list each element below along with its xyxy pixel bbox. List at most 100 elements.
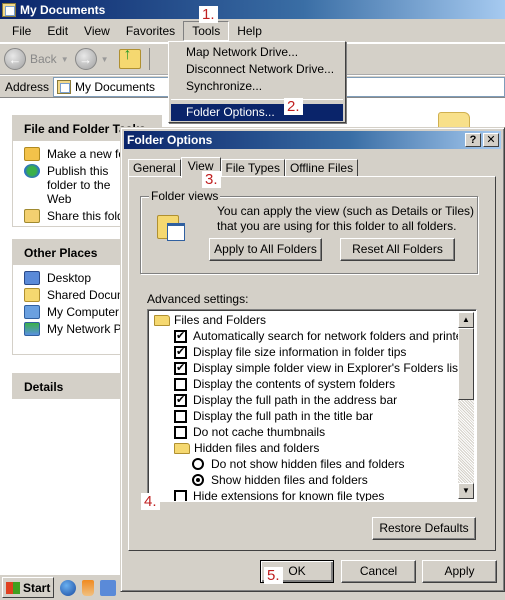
annotation-step-4: 4. [141, 493, 160, 510]
setting-label: Files and Folders [174, 313, 267, 327]
menu-item-map-network-drive[interactable]: Map Network Drive... [169, 44, 345, 61]
setting-no-cache-thumbnails[interactable]: Do not cache thumbnails [150, 424, 458, 440]
start-label: Start [23, 580, 51, 595]
show-desktop-icon[interactable] [100, 579, 116, 596]
back-dropdown-icon[interactable]: ▼ [61, 55, 69, 64]
menu-edit[interactable]: Edit [39, 22, 76, 40]
task-publish-folder[interactable]: Publish this folder to the Web [24, 164, 134, 206]
setting-file-size-tips[interactable]: Display file size information in folder … [150, 344, 458, 360]
menu-item-disconnect-network-drive[interactable]: Disconnect Network Drive... [169, 61, 345, 78]
menu-tools[interactable]: Tools [183, 20, 230, 41]
start-button[interactable]: Start [2, 577, 54, 598]
scroll-up-arrow-icon[interactable]: ▲ [458, 312, 474, 328]
restore-defaults-button[interactable]: Restore Defaults [372, 517, 476, 540]
windows-logo-icon [6, 581, 20, 594]
advanced-settings-items: Files and Folders Automatically search f… [150, 312, 472, 502]
advanced-settings-list[interactable]: Files and Folders Automatically search f… [147, 309, 477, 502]
checkbox-unchecked[interactable] [174, 489, 187, 501]
forward-dropdown-icon[interactable]: ▼ [101, 55, 109, 64]
menu-view[interactable]: View [76, 22, 118, 40]
menu-help[interactable]: Help [229, 22, 270, 40]
toolbar-separator [148, 48, 150, 70]
menu-file[interactable]: File [4, 22, 39, 40]
vertical-scrollbar[interactable]: ▲ ▼ [458, 312, 474, 499]
setting-label: Do not show hidden files and folders [211, 457, 405, 471]
up-folder-icon[interactable] [118, 46, 141, 69]
help-button[interactable]: ? [465, 133, 481, 147]
setting-label: Automatically search for network folders… [193, 329, 473, 343]
menu-separator [171, 99, 343, 100]
apply-button[interactable]: Apply [422, 560, 497, 583]
scroll-down-arrow-icon[interactable]: ▼ [458, 483, 474, 499]
folder-options-dialog: Folder Options ? ✕ General View File Typ… [120, 127, 505, 592]
setting-full-path-title-bar[interactable]: Display the full path in the title bar [150, 408, 458, 424]
tab-file-types[interactable]: File Types [220, 159, 285, 177]
checkbox-unchecked[interactable] [174, 409, 187, 423]
setting-label: Hidden files and folders [194, 441, 320, 455]
dialog-title: Folder Options [127, 133, 213, 147]
back-arrow-icon[interactable]: ← [4, 48, 26, 70]
window-titlebar: My Documents [0, 0, 505, 19]
setting-label: Display the full path in the title bar [193, 409, 374, 423]
tab-offline-files[interactable]: Offline Files [284, 159, 359, 177]
address-label: Address [5, 79, 50, 94]
setting-label: Show hidden files and folders [211, 473, 368, 487]
folder-icon [154, 314, 170, 326]
setting-label: Display the contents of system folders [193, 377, 396, 391]
setting-hide-extensions[interactable]: Hide extensions for known file types [150, 488, 458, 502]
menu-item-synchronize[interactable]: Synchronize... [169, 78, 345, 95]
desktop-icon [24, 271, 40, 285]
checkbox-unchecked[interactable] [174, 425, 187, 439]
place-label: Desktop [47, 271, 92, 285]
annotation-step-1: 1. [199, 6, 218, 23]
shared-documents-icon [24, 288, 40, 302]
tools-menu: Map Network Drive... Disconnect Network … [168, 41, 346, 123]
annotation-step-2: 2. [284, 98, 303, 115]
checkbox-checked[interactable] [174, 361, 187, 375]
folder-icon [174, 442, 190, 454]
setting-do-not-show-hidden[interactable]: Do not show hidden files and folders [150, 456, 458, 472]
checkbox-checked[interactable] [174, 393, 187, 407]
setting-auto-search-network[interactable]: Automatically search for network folders… [150, 328, 472, 344]
setting-label: Do not cache thumbnails [193, 425, 326, 439]
checkbox-unchecked[interactable] [174, 377, 187, 391]
tab-general[interactable]: General [128, 159, 181, 177]
setting-label: Display simple folder view in Explorer's… [193, 361, 462, 375]
setting-system-folder-contents[interactable]: Display the contents of system folders [150, 376, 458, 392]
radio-unselected[interactable] [192, 458, 204, 470]
forward-arrow-icon[interactable]: → [74, 48, 97, 70]
back-button-label[interactable]: Back [30, 52, 57, 66]
menubar: File Edit View Favorites Tools Help [0, 19, 505, 43]
setting-show-hidden[interactable]: Show hidden files and folders [150, 472, 458, 488]
setting-simple-folder-view[interactable]: Display simple folder view in Explorer's… [150, 360, 462, 376]
menu-favorites[interactable]: Favorites [118, 22, 183, 40]
radio-selected[interactable] [192, 474, 204, 486]
vlc-icon[interactable] [82, 579, 94, 596]
reset-all-folders-button[interactable]: Reset All Folders [340, 238, 455, 261]
annotation-step-5: 5. [264, 567, 283, 584]
setting-full-path-address-bar[interactable]: Display the full path in the address bar [150, 392, 458, 408]
dialog-titlebar: Folder Options ? ✕ [124, 131, 501, 149]
setting-label: Display file size information in folder … [193, 345, 407, 359]
my-computer-icon [24, 305, 40, 319]
my-documents-icon [57, 79, 72, 94]
setting-label: Hide extensions for known file types [193, 489, 385, 502]
annotation-step-3: 3. [202, 171, 221, 188]
new-folder-icon [24, 147, 40, 161]
advanced-settings-label: Advanced settings: [147, 292, 249, 306]
checkbox-checked[interactable] [174, 345, 187, 359]
apply-to-all-folders-button[interactable]: Apply to All Folders [209, 238, 322, 261]
dialog-tabs: General View File Types Offline Files [128, 157, 359, 178]
share-folder-icon [24, 209, 40, 223]
address-value: My Documents [75, 79, 156, 94]
folder-views-group: Folder views You can apply the view (suc… [140, 189, 478, 274]
publish-web-icon [24, 164, 40, 178]
cancel-button[interactable]: Cancel [341, 560, 416, 583]
setting-label: Display the full path in the address bar [193, 393, 398, 407]
folder-views-icon [157, 213, 187, 243]
close-button[interactable]: ✕ [483, 133, 499, 147]
internet-explorer-icon[interactable] [60, 579, 76, 596]
menu-item-folder-options[interactable]: Folder Options... [171, 104, 343, 121]
checkbox-checked[interactable] [174, 329, 187, 343]
scrollbar-thumb[interactable] [458, 328, 474, 400]
